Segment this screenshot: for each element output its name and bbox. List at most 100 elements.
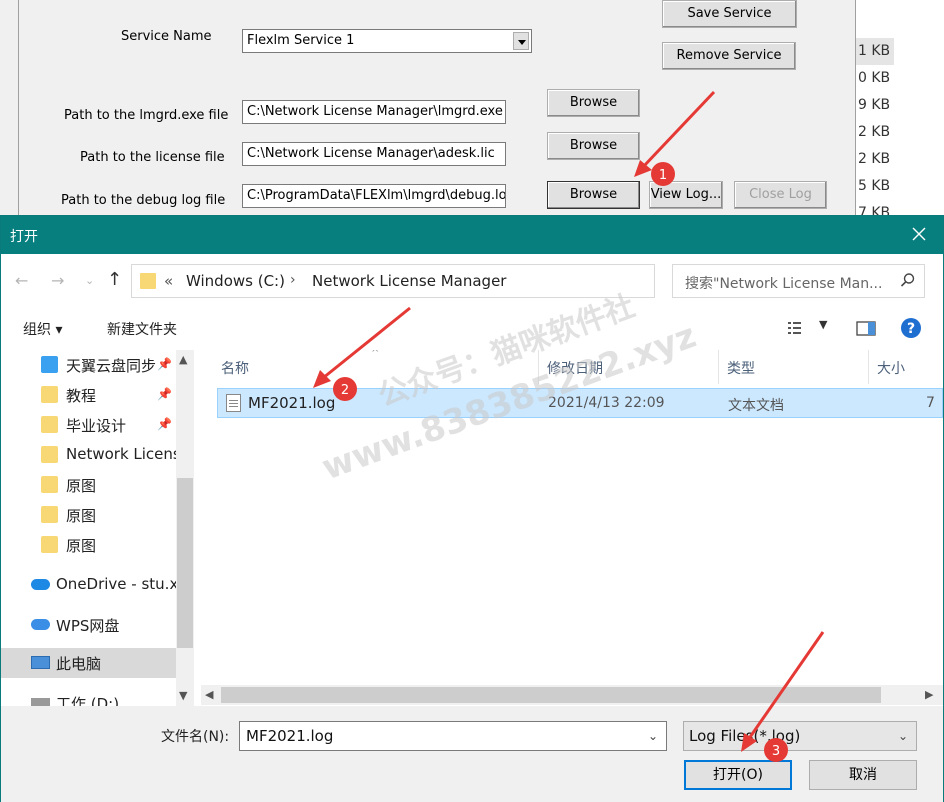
sidebar-item-label: 天翼云盘同步 bbox=[66, 357, 157, 375]
sidebar-scrollbar[interactable]: ▲ ▼ bbox=[176, 350, 194, 706]
sidebar-item-label: 教程 bbox=[66, 387, 97, 405]
service-name-value: Flexlm Service 1 bbox=[247, 33, 355, 48]
folder-icon bbox=[41, 386, 58, 403]
new-folder-button[interactable]: 新建文件夹 bbox=[107, 319, 177, 339]
sidebar-item-this-pc[interactable]: 此电脑 bbox=[1, 648, 176, 678]
sidebar-item-label: 原图 bbox=[66, 477, 97, 495]
size-item: 0 KB bbox=[858, 70, 891, 86]
folder-icon bbox=[140, 273, 156, 289]
dialog-titlebar[interactable]: 打开 bbox=[1, 216, 943, 254]
breadcrumb-drive[interactable]: Windows (C:) bbox=[186, 272, 285, 290]
back-arrow-icon[interactable]: ← bbox=[15, 271, 28, 290]
pin-icon: 📌 bbox=[157, 417, 172, 431]
recent-dropdown-icon[interactable]: ⌄ bbox=[85, 274, 94, 287]
filetype-select[interactable]: Log Files(*.log) ⌄ bbox=[683, 721, 917, 751]
dialog-footer: 文件名(N): MF2021.log ⌄ Log Files(*.log) ⌄ … bbox=[1, 706, 943, 802]
folder-icon bbox=[41, 476, 58, 493]
size-item: 2 KB bbox=[858, 124, 891, 140]
sidebar-item-images[interactable]: 原图 bbox=[1, 500, 176, 530]
organize-button[interactable]: 组织 ▾ bbox=[23, 319, 62, 339]
close-log-button[interactable]: Close Log bbox=[734, 181, 827, 209]
chevron-left-icon[interactable]: ◀ bbox=[205, 688, 213, 701]
sidebar-item-images[interactable]: 原图 bbox=[1, 530, 176, 560]
chevron-right-icon[interactable]: ▶ bbox=[925, 688, 933, 701]
cancel-button[interactable]: 取消 bbox=[809, 760, 917, 790]
debug-log-path-input[interactable]: C:\ProgramData\FLEXlm\lmgrd\debug.log bbox=[242, 184, 506, 208]
preview-pane-icon[interactable] bbox=[856, 321, 876, 336]
pin-icon: 📌 bbox=[157, 387, 172, 401]
save-service-button[interactable]: Save Service bbox=[662, 0, 797, 28]
chevron-down-icon[interactable]: ▼ bbox=[819, 318, 827, 331]
file-list-hscrollbar[interactable]: ◀ ▶ bbox=[201, 685, 943, 705]
breadcrumb-folder[interactable]: Network License Manager bbox=[312, 272, 506, 290]
open-button[interactable]: 打开(O) bbox=[684, 760, 792, 790]
drive-icon bbox=[31, 698, 50, 706]
filename-value: MF2021.log bbox=[246, 727, 334, 745]
sidebar-item-tianyi-cloud[interactable]: 天翼云盘同步 📌 bbox=[1, 350, 176, 380]
service-name-label: Service Name bbox=[121, 29, 212, 44]
file-size-column: 1 KB 0 KB 9 KB 2 KB 2 KB 5 KB 7 KB bbox=[856, 0, 944, 215]
table-row[interactable]: MF2021.log 2021/4/13 22:09 文本文档 7 bbox=[217, 388, 943, 418]
computer-icon bbox=[31, 656, 50, 669]
lmtools-config-panel: Service Name Flexlm Service 1 Save Servi… bbox=[18, 0, 856, 215]
chevron-down-icon[interactable]: ⌄ bbox=[648, 729, 658, 743]
file-size: 7 bbox=[926, 395, 935, 411]
folder-icon bbox=[41, 536, 58, 553]
close-icon[interactable] bbox=[909, 224, 929, 244]
folder-icon bbox=[41, 416, 58, 433]
sidebar-item-label: WPS网盘 bbox=[56, 617, 120, 635]
sidebar-item-drive-d[interactable]: 工作 (D:) bbox=[1, 688, 176, 706]
column-header-size[interactable]: 大小 bbox=[869, 350, 943, 384]
view-options-icon[interactable] bbox=[787, 320, 809, 336]
lmgrd-path-input[interactable]: C:\Network License Manager\lmgrd.exe bbox=[242, 100, 506, 124]
filename-input[interactable]: MF2021.log ⌄ bbox=[239, 721, 667, 751]
size-item: 1 KB bbox=[856, 38, 894, 65]
scrollbar-thumb[interactable] bbox=[177, 478, 193, 648]
search-icon[interactable] bbox=[900, 272, 916, 288]
file-type: 文本文档 bbox=[728, 398, 784, 414]
search-box[interactable]: 搜索"Network License Man... bbox=[672, 264, 925, 298]
chevron-down-icon[interactable]: ▼ bbox=[179, 689, 187, 702]
size-item: 7 KB bbox=[858, 205, 891, 215]
up-arrow-icon[interactable]: ↑ bbox=[107, 269, 122, 290]
browse-debug-log-button[interactable]: Browse bbox=[547, 181, 640, 209]
browse-lmgrd-button[interactable]: Browse bbox=[547, 89, 640, 117]
sidebar-item-tutorials[interactable]: 教程 📌 bbox=[1, 380, 176, 410]
size-item: 5 KB bbox=[858, 178, 891, 194]
license-path-input[interactable]: C:\Network License Manager\adesk.lic bbox=[242, 142, 506, 166]
breadcrumb-separator: › bbox=[290, 272, 296, 288]
chevron-up-icon[interactable]: ▲ bbox=[179, 353, 187, 366]
browse-license-button[interactable]: Browse bbox=[547, 132, 640, 160]
sidebar-item-network-license[interactable]: Network Licens bbox=[1, 440, 181, 470]
remove-service-button[interactable]: Remove Service bbox=[662, 42, 796, 70]
sidebar-item-graduation[interactable]: 毕业设计 📌 bbox=[1, 410, 176, 440]
folder-icon bbox=[41, 506, 58, 523]
forward-arrow-icon[interactable]: → bbox=[51, 271, 64, 290]
file-modified: 2021/4/13 22:09 bbox=[548, 395, 665, 411]
sidebar-item-wps-drive[interactable]: WPS网盘 bbox=[1, 610, 176, 640]
scrollbar-thumb[interactable] bbox=[221, 687, 881, 703]
address-bar[interactable]: « Windows (C:) › Network License Manager… bbox=[131, 264, 774, 298]
search-input[interactable]: 搜索"Network License Man... bbox=[685, 273, 882, 293]
dialog-title: 打开 bbox=[10, 229, 38, 245]
file-name: MF2021.log bbox=[248, 394, 336, 412]
view-log-button[interactable]: View Log... bbox=[649, 181, 723, 209]
chevron-down-icon[interactable]: ⌄ bbox=[898, 729, 908, 743]
column-header-type[interactable]: 类型 bbox=[719, 350, 869, 384]
column-header-name[interactable]: 名称 bbox=[201, 350, 539, 384]
cloud-sync-icon bbox=[41, 356, 58, 373]
sidebar-item-onedrive[interactable]: OneDrive - stu.x bbox=[1, 570, 178, 600]
sidebar-item-images[interactable]: 原图 bbox=[1, 470, 176, 500]
pin-icon: 📌 bbox=[157, 357, 172, 371]
column-header-modified[interactable]: 修改日期 bbox=[539, 350, 719, 384]
lmgrd-path-label: Path to the lmgrd.exe file bbox=[64, 108, 229, 123]
wps-cloud-icon bbox=[31, 619, 50, 630]
sidebar-item-label: 工作 (D:) bbox=[56, 695, 120, 706]
help-icon[interactable]: ? bbox=[900, 317, 922, 339]
chevron-down-icon[interactable] bbox=[513, 32, 529, 50]
breadcrumb-prefix[interactable]: « bbox=[164, 272, 173, 290]
file-list: 名称 修改日期 类型 大小 ^ MF2021.log 2021/4/13 22:… bbox=[201, 350, 943, 706]
sidebar-item-label: 毕业设计 bbox=[66, 417, 127, 435]
service-name-combo[interactable]: Flexlm Service 1 bbox=[242, 29, 532, 53]
filename-label: 文件名(N): bbox=[161, 729, 230, 745]
